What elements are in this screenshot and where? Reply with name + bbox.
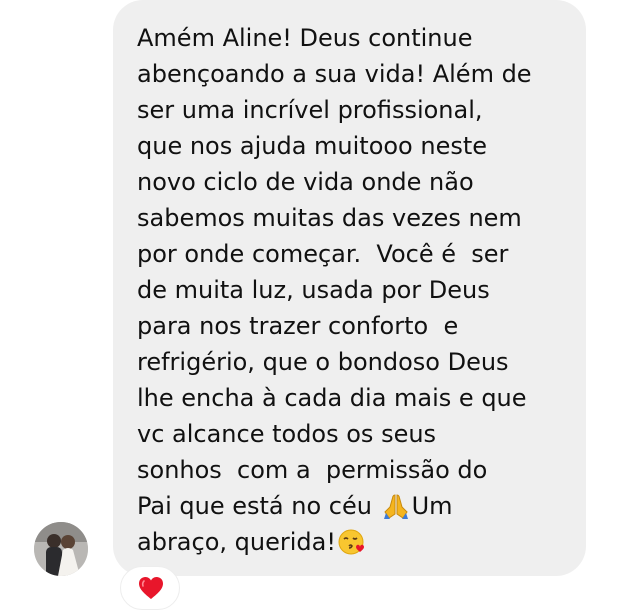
message-line: que nos ajuda muitooo neste	[137, 132, 488, 160]
message-line-text: Pai que está no céu	[137, 492, 380, 520]
message-line: para nos trazer conforto e	[137, 312, 459, 340]
avatar-photo-icon	[34, 522, 88, 576]
kissing-heart-face-icon	[338, 528, 366, 566]
message-line: lhe encha à cada dia mais e que	[137, 384, 527, 412]
praying-hands-icon	[382, 492, 410, 530]
message-line: ser uma incrível profissional,	[137, 96, 483, 124]
message-line: refrigério, que o bondoso Deus	[137, 348, 509, 376]
message-line: novo ciclo de vida onde não	[137, 168, 474, 196]
message-line: sabemos muitas das vezes nem	[137, 204, 522, 232]
red-heart-icon	[139, 577, 163, 599]
message-line: Amém Aline! Deus continue	[137, 24, 473, 52]
message-line: sonhos com a permissão do	[137, 456, 488, 484]
message-line: vc alcance todos os seus	[137, 420, 437, 448]
message-line-with-emoji: Pai que está no céu Um	[137, 488, 532, 524]
message-text: Amém Aline! Deus continue abençoando a s…	[137, 20, 532, 560]
message-line-with-emoji: abraço, querida!	[137, 524, 532, 560]
message-line-text: abraço, querida!	[137, 528, 336, 556]
message-line: abençoando a sua vida! Além de	[137, 60, 532, 88]
sender-avatar[interactable]	[34, 522, 88, 576]
message-line: por onde começar. Você é ser	[137, 240, 509, 268]
message-line: de muita luz, usada por Deus	[137, 276, 490, 304]
reaction-badge[interactable]	[120, 566, 180, 610]
message-line-text: Um	[411, 492, 453, 520]
